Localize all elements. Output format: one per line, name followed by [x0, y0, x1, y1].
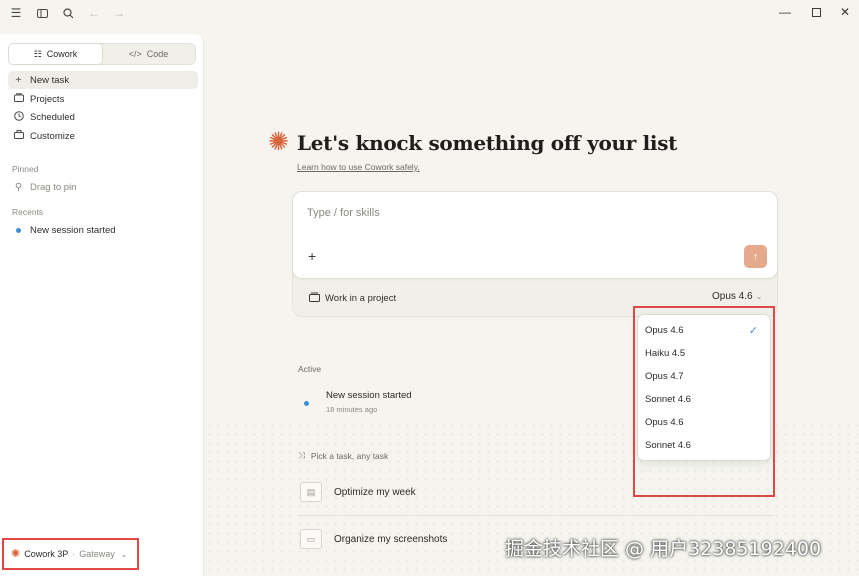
model-option-opus-4-6-alt[interactable]: Opus 4.6 — [638, 411, 770, 434]
mode-code-button[interactable]: </> Code — [102, 44, 195, 64]
model-option-label: Sonnet 4.6 — [645, 394, 691, 405]
account-separator: · — [72, 549, 76, 559]
model-option-label: Opus 4.6 — [645, 325, 684, 336]
prompt-input-area[interactable]: Type / for skills + ↑ — [292, 191, 778, 279]
cowork-list-icon: ☷ — [33, 48, 42, 59]
pick-task-row: ⤨ Pick a task, any task — [298, 450, 388, 461]
chevron-down-icon: ⌄ — [755, 292, 763, 301]
clock-icon — [13, 110, 24, 124]
pin-icon: ⚲ — [14, 181, 23, 193]
mode-cowork-button[interactable]: ☷ Cowork — [8, 43, 103, 65]
status-dot — [16, 227, 21, 233]
active-section-label: Active — [298, 364, 322, 374]
recents-section-label: Recents — [12, 207, 44, 217]
task-suggestion-optimize[interactable]: ▤ Optimize my week — [300, 470, 773, 514]
folder-icon — [309, 292, 320, 305]
sidebar: ☷ Cowork </> Code + New task Projects Sc… — [0, 34, 204, 576]
folder-icon — [13, 93, 24, 105]
search-icon[interactable] — [60, 5, 76, 21]
session-time: 18 minutes ago — [326, 405, 378, 414]
hero: ✺ Let's knock something off your list — [268, 130, 677, 155]
session-title: New session started — [326, 390, 412, 401]
recent-item[interactable]: New session started — [8, 221, 198, 239]
calendar-icon: ▤ — [300, 482, 322, 502]
model-option-label: Opus 4.7 — [645, 371, 684, 382]
task-label: Optimize my week — [334, 486, 416, 498]
pinned-drag-hint: ⚲ Drag to pin — [8, 178, 198, 196]
back-arrow-icon[interactable]: ← — [86, 5, 102, 21]
brand-star-icon: ✺ — [11, 547, 21, 560]
pinned-section-label: Pinned — [12, 164, 39, 174]
sidebar-toggle-icon[interactable] — [34, 5, 50, 21]
sidebar-item-label: Customize — [30, 130, 75, 142]
model-option-label: Sonnet 4.6 — [645, 440, 691, 451]
page-title: Let's knock something off your list — [296, 130, 678, 155]
prompt-card: Type / for skills + ↑ Work in a project … — [292, 191, 778, 317]
close-icon[interactable]: ✕ — [836, 4, 854, 20]
model-option-label: Opus 4.6 — [645, 417, 684, 428]
mode-toggle: ☷ Cowork </> Code — [8, 43, 196, 65]
model-option-opus-4-6[interactable]: Opus 4.6 ✓ — [638, 319, 770, 342]
add-attachment-button[interactable]: + — [308, 248, 316, 264]
chevron-down-icon: ⌄ — [120, 549, 128, 559]
title-bar: ☰ ← → — ✕ — [0, 0, 859, 26]
sidebar-item-label: Projects — [30, 93, 65, 105]
hamburger-menu-icon[interactable]: ☰ — [8, 5, 24, 21]
checkmark-icon: ✓ — [748, 325, 758, 337]
send-button[interactable]: ↑ — [744, 245, 767, 268]
maximize-icon[interactable] — [807, 4, 825, 20]
prompt-input[interactable]: Type / for skills — [307, 207, 380, 219]
sidebar-item-projects[interactable]: Projects — [8, 90, 198, 108]
learn-link-text: Learn how to use Cowork safely — [297, 162, 418, 172]
screenshot-folder-icon: ▭ — [300, 529, 322, 549]
model-option-sonnet-4-6[interactable]: Sonnet 4.6 — [638, 388, 770, 411]
forward-arrow-icon[interactable]: → — [111, 5, 127, 21]
account-name: Cowork 3P — [24, 549, 69, 559]
pick-task-label: Pick a task, any task — [310, 450, 389, 461]
model-option-haiku-4-5[interactable]: Haiku 4.5 — [638, 342, 770, 365]
status-dot — [304, 401, 309, 406]
arrow-up-icon: ↑ — [752, 250, 759, 263]
model-selector[interactable]: Opus 4.6 ⌄ — [712, 291, 762, 302]
account-switcher[interactable]: ✺ Cowork 3P · Gateway ⌄ — [2, 538, 139, 570]
sidebar-item-customize[interactable]: Customize — [8, 127, 198, 145]
work-in-project-button[interactable]: Work in a project — [309, 292, 396, 305]
shuffle-icon: ⤨ — [298, 450, 305, 460]
model-selector-label: Opus 4.6 — [712, 291, 753, 302]
mode-code-label: Code — [146, 49, 169, 59]
learn-safety-link[interactable]: Learn how to use Cowork safely. — [297, 162, 420, 172]
account-sub: Gateway — [79, 549, 115, 559]
recent-item-label: New session started — [30, 224, 116, 236]
main-panel: ✺ Let's knock something off your list Le… — [205, 26, 859, 576]
project-label: Work in a project — [325, 293, 397, 304]
plus-icon: + — [15, 74, 22, 86]
model-option-sonnet-4-6-alt[interactable]: Sonnet 4.6 — [638, 434, 770, 457]
watermark: 掘金技术社区 @ 用户32385192400 — [505, 538, 822, 560]
divider — [300, 515, 773, 516]
sidebar-item-label: Scheduled — [30, 111, 75, 123]
sidebar-item-scheduled[interactable]: Scheduled — [8, 108, 198, 126]
minimize-icon[interactable]: — — [776, 4, 794, 20]
sidebar-item-label: New task — [30, 74, 70, 86]
brand-star-icon: ✺ — [268, 128, 289, 156]
model-option-label: Haiku 4.5 — [645, 348, 686, 359]
briefcase-icon — [13, 130, 24, 142]
model-option-opus-4-7[interactable]: Opus 4.7 — [638, 365, 770, 388]
model-dropdown-menu: Opus 4.6 ✓ Haiku 4.5 Opus 4.7 Sonnet 4.6… — [637, 314, 771, 461]
pinned-hint-label: Drag to pin — [30, 181, 77, 193]
learn-link-suffix: . — [417, 162, 420, 172]
code-icon: </> — [128, 49, 142, 59]
mode-cowork-label: Cowork — [46, 49, 78, 59]
sidebar-item-new-task[interactable]: + New task — [8, 71, 198, 89]
task-label: Organize my screenshots — [334, 533, 448, 545]
